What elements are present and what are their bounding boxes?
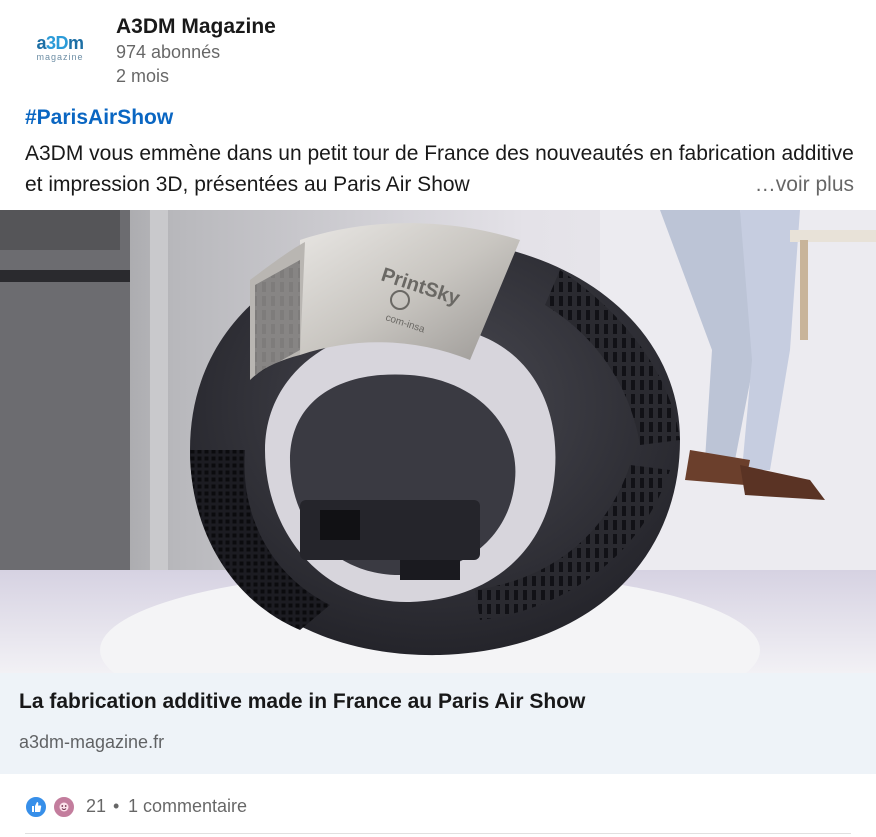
post-image-graphic: PrintSky com-insa: [0, 210, 876, 673]
post-image[interactable]: PrintSky com-insa: [0, 210, 876, 673]
link-preview-domain: a3dm-magazine.fr: [19, 732, 165, 752]
comment-count-link[interactable]: 1 commentaire: [128, 796, 247, 817]
link-preview-card[interactable]: La fabrication additive made in France a…: [0, 673, 876, 774]
reaction-icons[interactable]: [25, 796, 75, 818]
post-body-text: A3DM vous emmène dans un petit tour de F…: [25, 142, 854, 196]
logo-subtext: magazine: [36, 52, 84, 62]
author-logo[interactable]: a3Dm magazine: [24, 20, 96, 76]
follower-count: 974 abonnés: [116, 42, 221, 62]
post-header: a3Dm magazine A3DM Magazine 974 abonnés …: [0, 0, 876, 100]
divider: [25, 833, 851, 834]
post-timestamp: 2 mois: [116, 66, 170, 86]
reaction-count[interactable]: 21: [86, 796, 106, 817]
see-more-button[interactable]: …voir plus: [742, 169, 854, 200]
logo-wordmark: a3Dm: [36, 33, 84, 53]
like-icon: [25, 796, 47, 818]
insightful-icon: [53, 796, 75, 818]
separator-dot: •: [113, 796, 120, 816]
social-counts-bar: 21 • 1 commentaire: [0, 786, 876, 826]
author-name[interactable]: A3DM Magazine: [116, 15, 276, 39]
link-preview-title[interactable]: La fabrication additive made in France a…: [19, 690, 585, 714]
hashtag-link[interactable]: #ParisAirShow: [25, 106, 173, 130]
